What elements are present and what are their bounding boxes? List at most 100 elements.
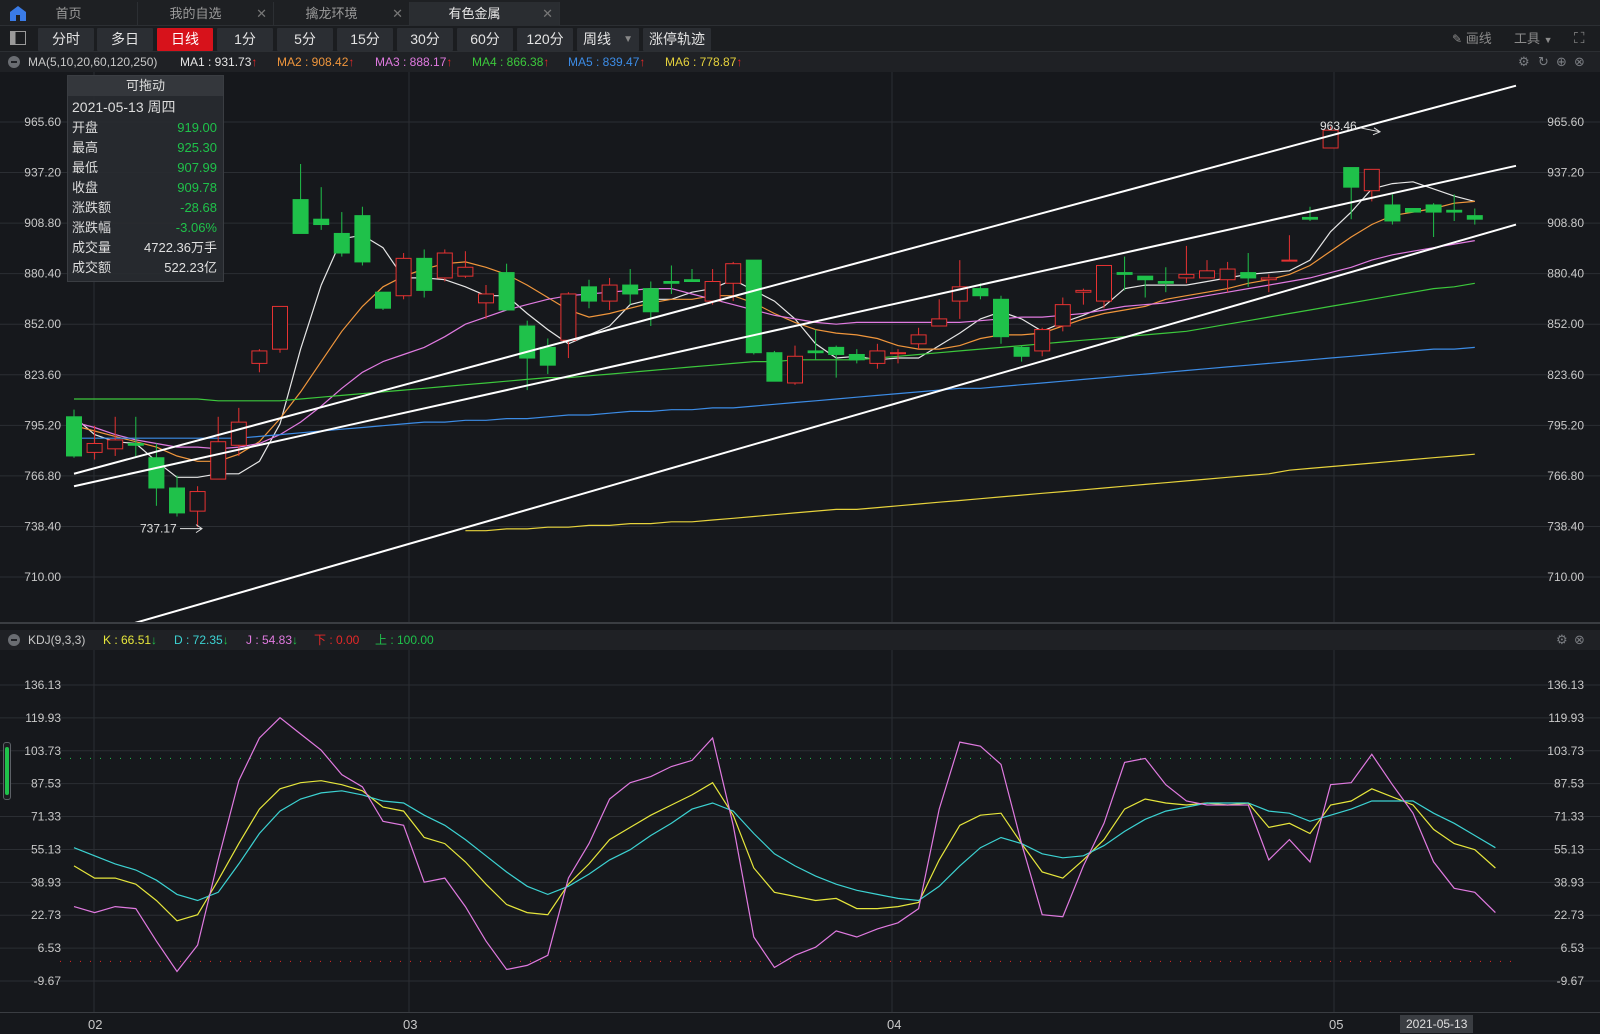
period-button[interactable]: 15分 <box>337 28 393 51</box>
tooltip-value: 909.78 <box>177 180 217 195</box>
y-tick-label-right: 852.00 <box>1547 317 1584 331</box>
refresh-icon[interactable]: ↻ <box>1538 52 1549 72</box>
period-button[interactable]: 分时 <box>38 28 94 51</box>
y-tick-label-right: 71.33 <box>1554 810 1584 824</box>
period-button-active[interactable]: 日线 <box>157 28 213 51</box>
close-icon[interactable]: ✕ <box>392 2 403 26</box>
add-icon[interactable]: ⊕ <box>1556 52 1567 72</box>
up-arrow-icon: ↑ <box>543 55 550 69</box>
collapse-icon[interactable] <box>8 56 20 68</box>
candle-down <box>1384 204 1401 222</box>
chart-background <box>0 72 1600 624</box>
sidebar-toggle-icon[interactable] <box>10 31 26 45</box>
tab-nonferrous[interactable]: 有色金属 ✕ <box>410 2 560 26</box>
period-button[interactable]: 60分 <box>457 28 513 51</box>
time-axis: 02 03 04 05 2021-05-13 <box>0 1012 1600 1034</box>
tooltip-row: 涨跌额 -28.68 <box>68 198 223 218</box>
limit-track-button[interactable]: 涨停轨迹 <box>643 28 711 51</box>
period-button[interactable]: 30分 <box>397 28 453 51</box>
draw-line-button[interactable]: ✎ 画线 <box>1452 26 1492 52</box>
candle-down <box>581 286 597 302</box>
tooltip-key: 涨跌额 <box>72 200 112 215</box>
y-tick-label-right: 136.13 <box>1547 678 1584 692</box>
settings-gear-icon[interactable]: ⚙ <box>1556 630 1568 650</box>
chevron-down-icon: ▼ <box>1543 35 1553 45</box>
candle-down <box>1446 209 1463 213</box>
candle-up <box>931 318 948 327</box>
tab-home[interactable]: 首页 <box>30 2 138 26</box>
collapse-icon[interactable] <box>8 634 20 646</box>
candle-down <box>1405 208 1421 213</box>
close-icon[interactable]: ✕ <box>256 2 267 26</box>
y-tick-label-left: 908.80 <box>24 216 61 230</box>
y-tick-label-right: 87.53 <box>1554 777 1584 791</box>
candle-up <box>395 257 412 297</box>
y-tick-label-right: 795.20 <box>1547 418 1584 432</box>
tooltip-row: 涨跌幅 -3.06% <box>68 218 223 238</box>
tab-label: 擒龙环境 <box>305 6 358 21</box>
month-label: 04 <box>887 1017 902 1032</box>
candle-up <box>601 284 618 302</box>
period-select[interactable]: 周线 ▼ <box>577 28 639 51</box>
ma-value: MA3 : 888.17↑ <box>375 55 453 69</box>
down-arrow-icon: ↓ <box>151 633 158 647</box>
candle-up <box>890 352 906 355</box>
tooltip-key: 成交额 <box>72 260 112 275</box>
y-tick-label-left: 880.40 <box>24 267 61 281</box>
period-button[interactable]: 多日 <box>97 28 153 51</box>
candle-up <box>1363 168 1380 192</box>
ma-value: MA5 : 839.47↑ <box>568 55 646 69</box>
candlestick-chart[interactable]: 965.60 965.60 937.20 937.20 908.80 908.80 880.… <box>0 72 1600 624</box>
ma-value: MA4 : 866.38↑ <box>472 55 550 69</box>
period-button[interactable]: 1分 <box>217 28 273 51</box>
candle-up <box>1281 259 1298 262</box>
candle-down <box>972 288 989 297</box>
candle-down <box>498 272 515 311</box>
tooltip-drag-handle[interactable]: 可拖动 <box>68 76 223 96</box>
tab-watchlist[interactable]: 我的自选 ✕ <box>138 2 274 26</box>
candle-down <box>684 279 700 282</box>
y-tick-label-right: 103.73 <box>1547 744 1584 758</box>
pane-resize-handle[interactable] <box>3 742 11 800</box>
candle-down <box>828 346 845 355</box>
tooltip-row: 开盘 919.00 <box>68 118 223 138</box>
tools-menu-button[interactable]: 工具 ▼ <box>1514 26 1553 52</box>
tab-qinlong[interactable]: 擒龙环境 ✕ <box>274 2 410 26</box>
y-tick-label-left: 55.13 <box>31 842 61 856</box>
tooltip-key: 开盘 <box>72 120 99 135</box>
tooltip-row: 最高 925.30 <box>68 138 223 158</box>
candle-up <box>1322 129 1339 149</box>
y-tick-label-right: 738.40 <box>1547 519 1584 533</box>
up-arrow-icon: ↑ <box>348 55 355 69</box>
candle-up <box>251 350 268 364</box>
y-tick-label-right: 908.80 <box>1547 216 1584 230</box>
tooltip-key: 最高 <box>72 140 99 155</box>
down-arrow-icon: ↓ <box>292 633 299 647</box>
period-button[interactable]: 120分 <box>517 28 573 51</box>
candle-down <box>1157 280 1174 284</box>
close-icon[interactable]: ⊗ <box>1574 52 1585 72</box>
candle-down <box>354 215 371 263</box>
settings-gear-icon[interactable]: ⚙ <box>1518 52 1530 72</box>
candle-down <box>848 353 865 361</box>
fullscreen-icon[interactable]: ⛶ <box>1574 26 1585 52</box>
candle-up <box>230 421 247 446</box>
up-arrow-icon: ↑ <box>639 55 646 69</box>
candle-down <box>1343 167 1360 188</box>
candle-up <box>704 280 721 302</box>
kdj-chart[interactable]: 136.13 136.13 119.93 119.93 103.73 103.73 87.5… <box>0 650 1600 1012</box>
candle-up <box>457 266 474 277</box>
candle-up <box>1260 277 1277 281</box>
candle-up <box>869 350 886 364</box>
candle-down <box>642 288 659 313</box>
candle-down <box>1425 204 1442 213</box>
candle-down <box>416 257 433 291</box>
close-icon[interactable]: ✕ <box>542 2 553 26</box>
tooltip-value: 919.00 <box>177 120 217 135</box>
y-tick-label-right: -9.67 <box>1557 974 1585 988</box>
ohlc-tooltip[interactable]: 可拖动 2021-05-13 周四 开盘 919.00 最高 925.30 最低 907.… <box>67 75 224 282</box>
close-icon[interactable]: ⊗ <box>1574 630 1585 650</box>
candle-up <box>189 491 206 512</box>
candle-up <box>1075 289 1092 293</box>
period-button[interactable]: 5分 <box>277 28 333 51</box>
